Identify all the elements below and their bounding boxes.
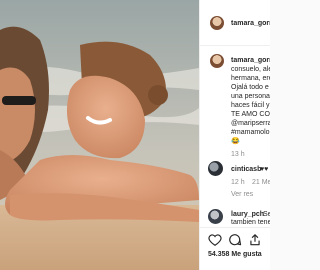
heart-icon[interactable] bbox=[208, 233, 222, 247]
caption-line: haces fácil y bbox=[231, 102, 270, 109]
post-photo[interactable] bbox=[0, 0, 199, 270]
divider bbox=[200, 227, 270, 228]
caption-avatar[interactable] bbox=[210, 54, 224, 68]
caption-line: una persona bbox=[231, 93, 270, 100]
post-sidebar: tamara_gorr tamara_gorr consuelo, ale he… bbox=[199, 0, 270, 270]
caption-emoji: 😂 bbox=[231, 138, 240, 145]
caption-line: hermana, ere bbox=[231, 75, 270, 82]
caption-line: Ojalá todo e bbox=[231, 84, 269, 91]
caption-line: TE AMO CON bbox=[231, 111, 270, 118]
comment-likes[interactable]: 21 Me bbox=[252, 178, 270, 187]
comment-icon[interactable] bbox=[228, 233, 242, 247]
comment-text: ♥♥ bbox=[260, 166, 269, 173]
mention-link[interactable]: @maripserra bbox=[231, 120, 270, 129]
header-username[interactable]: tamara_gorr bbox=[231, 19, 270, 28]
comment-username[interactable]: cinticasb bbox=[231, 165, 261, 174]
caption-time: 13 h bbox=[231, 151, 245, 158]
comment-time: 12 h bbox=[231, 179, 245, 186]
action-bar bbox=[200, 233, 270, 247]
hashtag-link[interactable]: #mamamolo bbox=[231, 129, 270, 138]
post-header: tamara_gorr bbox=[200, 0, 270, 46]
comment-text-line: tambien tene bbox=[231, 219, 270, 226]
commenter-avatar[interactable] bbox=[208, 209, 223, 224]
share-icon[interactable] bbox=[248, 233, 262, 247]
beach-photo bbox=[0, 0, 199, 270]
view-replies-link[interactable]: Ver res bbox=[231, 190, 253, 199]
likes-count[interactable]: 54.358 Me gusta bbox=[208, 251, 262, 258]
avatar[interactable] bbox=[210, 16, 224, 30]
caption-line: consuelo, ale bbox=[231, 66, 270, 73]
commenter-avatar[interactable] bbox=[208, 161, 223, 176]
instagram-post: tamara_gorr tamara_gorr consuelo, ale he… bbox=[0, 0, 270, 270]
caption-username[interactable]: tamara_gorr bbox=[231, 56, 270, 65]
